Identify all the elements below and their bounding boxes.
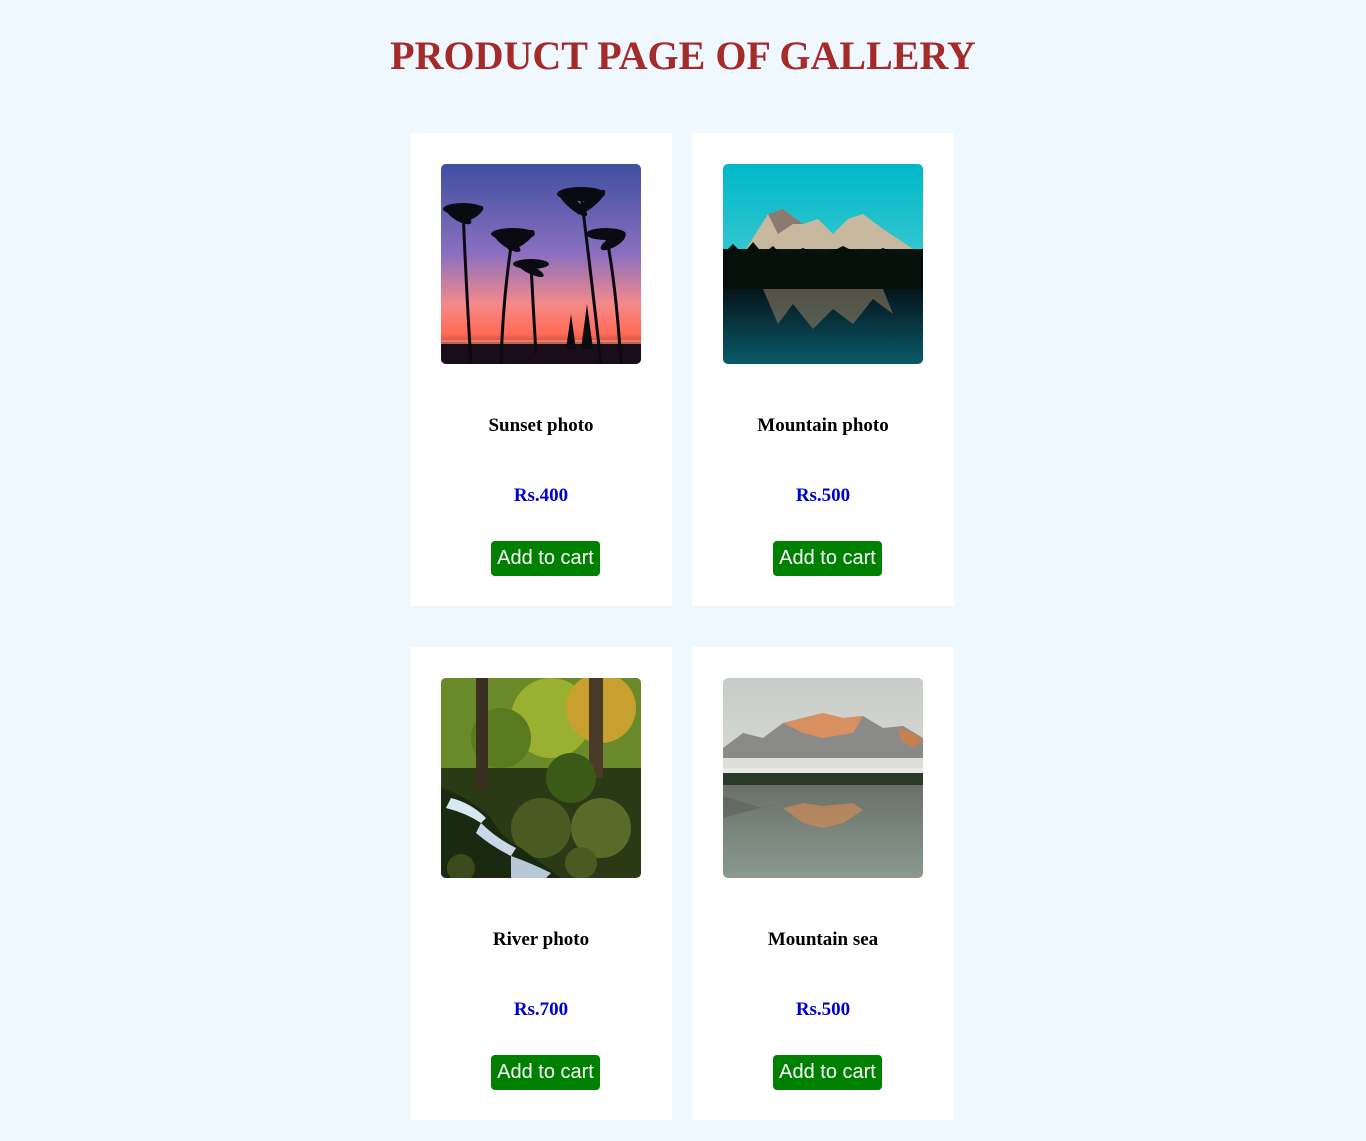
product-card-sunset: Sunset photo Rs.400 Add to cart	[410, 133, 672, 606]
add-to-cart-button[interactable]: Add to cart	[773, 541, 882, 576]
misty-mountain-lake-image	[723, 678, 923, 878]
product-card-river: River photo Rs.700 Add to cart	[410, 647, 672, 1120]
add-to-cart-button[interactable]: Add to cart	[491, 541, 600, 576]
page-title: PRODUCT PAGE OF GALLERY	[390, 33, 976, 78]
product-price: Rs.400	[513, 485, 569, 506]
product-name: Mountain sea	[767, 929, 879, 950]
forest-waterfall-image	[441, 678, 641, 878]
product-name: Sunset photo	[488, 415, 594, 436]
product-card-mountain: Mountain photo Rs.500 Add to cart	[692, 133, 954, 606]
sunset-palm-image	[441, 164, 641, 364]
add-to-cart-button[interactable]: Add to cart	[491, 1055, 600, 1090]
product-price: Rs.500	[795, 485, 851, 506]
product-card-mountain-sea: Mountain sea Rs.500 Add to cart	[692, 647, 954, 1120]
product-price: Rs.500	[795, 999, 851, 1020]
product-price: Rs.700	[513, 999, 569, 1020]
add-to-cart-button[interactable]: Add to cart	[773, 1055, 882, 1090]
product-name: Mountain photo	[757, 415, 889, 436]
mountain-lake-image	[723, 164, 923, 364]
product-name: River photo	[492, 929, 590, 950]
